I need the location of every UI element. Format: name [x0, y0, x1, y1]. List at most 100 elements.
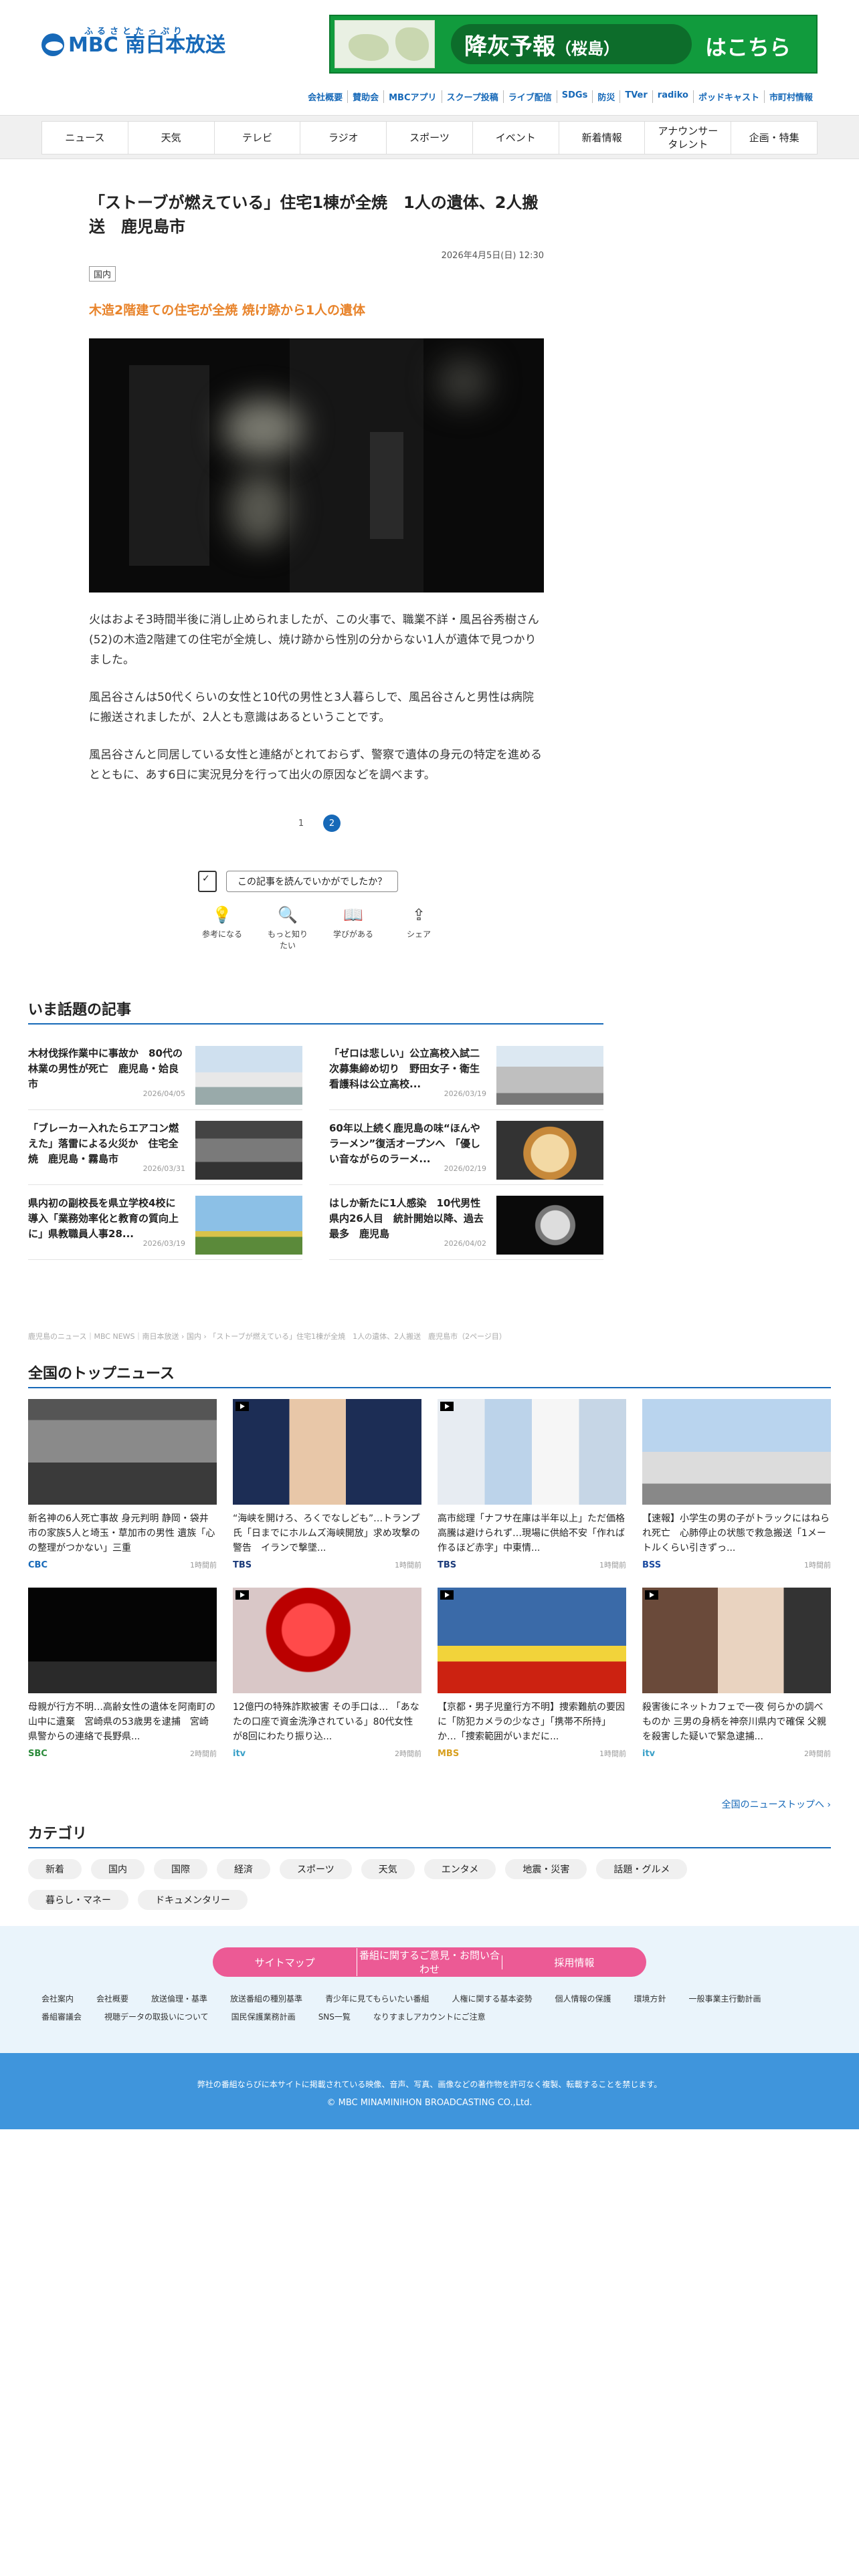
category-tag[interactable]: 国内 [89, 266, 116, 282]
footer-link[interactable]: 環境方針 [634, 1993, 666, 2004]
category-chip[interactable]: 地震・災害 [505, 1859, 587, 1879]
national-news-item[interactable]: 新名神の6人死亡事故 身元判明 静岡・袋井市の家族5人と埼玉・草加市の男性 遺族… [28, 1399, 217, 1570]
learned-button[interactable]: 📖 学びがある [330, 905, 376, 951]
utility-link[interactable]: スクープ投稿 [441, 90, 503, 103]
nav-item[interactable]: 企画・特集 [731, 122, 817, 154]
category-chip[interactable]: 国内 [91, 1859, 145, 1879]
news-time: 2時間前 [395, 1749, 421, 1758]
article-video[interactable] [89, 338, 544, 593]
national-news-item[interactable]: “海峡を開けろ、ろくでなしども”…トランプ氏「日までにホルムズ海峡開放」求め攻撃… [233, 1399, 421, 1570]
nav-item[interactable]: ニュース [42, 122, 128, 154]
nav-bar: ニュース 天気 テレビ ラジオ スポーツ イベント 新着情報 アナウンサー タレント 企画・特集 [41, 121, 818, 154]
nav-item[interactable]: イベント [472, 122, 559, 154]
footer-link[interactable]: 放送倫理・基準 [151, 1993, 207, 2004]
category-chip[interactable]: 話題・グルメ [596, 1859, 688, 1879]
footer-link[interactable]: 番組審議会 [41, 2011, 82, 2022]
utility-link[interactable]: 防災 [592, 90, 619, 103]
trending-article[interactable]: 60年以上続く鹿児島の味“ほんやラーメン”復活オープンへ 「優しい音ながらのラー… [329, 1110, 603, 1185]
nav-item[interactable]: ラジオ [300, 122, 386, 154]
footer-primary-link[interactable]: 採用情報 [501, 1955, 646, 1969]
map-thumbnail [335, 20, 435, 68]
utility-link[interactable]: radiko [652, 90, 693, 103]
footer-primary-link[interactable]: 番組に関するご意見・お問い合わせ [357, 1948, 501, 1976]
footer-link[interactable]: SNS一覧 [318, 2011, 351, 2022]
nav-item[interactable]: アナウンサー タレント [644, 122, 731, 154]
footer-link[interactable]: 青少年に見てもらいたい番組 [325, 1993, 429, 2004]
national-news-thumbnail [438, 1588, 626, 1693]
document-check-icon [198, 871, 217, 892]
helpful-button[interactable]: 💡 参考になる [199, 905, 245, 951]
categories-section: カテゴリ 新着 国内 国際 経済 スポーツ 天気 エンタメ 地震・災害 話題・グルメ 暮らし・マネ… [28, 1822, 831, 1910]
footer-link[interactable]: 会社概要 [96, 1993, 128, 2004]
footer-link[interactable]: なりすましアカウントにご注意 [373, 2011, 486, 2022]
page-link[interactable]: 2 [323, 815, 341, 832]
footer-link[interactable]: 会社案内 [41, 1993, 74, 2004]
utility-link[interactable]: 賛助会 [347, 90, 383, 103]
ashfall-forecast-banner[interactable]: 降灰予報（桜島） はこちら [329, 15, 818, 74]
national-more-link[interactable]: 全国のニューストップへ › [722, 1798, 831, 1811]
feedback-question: この記事を読んでいかがでしたか？ [226, 871, 399, 892]
trending-article[interactable]: はしか新たに1人感染 10代男性 県内26人目 統計開始以降、過去最多 鹿児島 2… [329, 1185, 603, 1260]
breadcrumb[interactable]: 鹿児島のニュース｜MBC NEWS｜南日本放送 › 国内 › 「ストーブが燃えて… [28, 1331, 506, 1341]
category-chip[interactable]: スポーツ [280, 1859, 352, 1879]
utility-link[interactable]: SDGs [556, 90, 593, 103]
national-news-item[interactable]: 母親が行方不明…高齢女性の遺体を阿南町の山中に遺棄 宮崎県の53歳男を逮捕 宮崎… [28, 1588, 217, 1759]
category-chip[interactable]: 天気 [361, 1859, 415, 1879]
footer-primary-link[interactable]: サイトマップ [213, 1955, 357, 1969]
national-news-item[interactable]: 殺害後にネットカフェで一夜 何らかの調べものか 三男の身柄を神奈川県内で確保 父… [642, 1588, 831, 1759]
footer-link[interactable]: 国民保護業務計画 [231, 2011, 296, 2022]
nav-item[interactable]: テレビ [213, 122, 300, 154]
category-chip[interactable]: ドキュメンタリー [138, 1890, 248, 1910]
trending-headline-text: 60年以上続く鹿児島の味“ほんやラーメン”復活オープンへ 「優しい音ながらのラー… [329, 1122, 480, 1165]
nav-item[interactable]: 天気 [127, 122, 214, 154]
category-chip[interactable]: エンタメ [423, 1859, 496, 1879]
national-news-headline: 高市総理「ナフサ在庫は半年以上」ただ価格高騰は避けられず…現場に供給不安「作れば… [438, 1513, 625, 1553]
play-icon [440, 1590, 454, 1600]
nav-item[interactable]: 新着情報 [558, 122, 645, 154]
want-more-label: もっと知りたい [267, 930, 308, 950]
utility-link[interactable]: TVer [619, 90, 652, 103]
trending-article[interactable]: 県内初の副校長を県立学校4校に導入「業務効率化と教育の質向上に」県教職員人事28… [28, 1185, 302, 1260]
search-icon: 🔍 [278, 905, 298, 924]
want-more-button[interactable]: 🔍 もっと知りたい [265, 905, 310, 951]
utility-link[interactable]: 会社概要 [303, 90, 347, 103]
utility-link[interactable]: ポッドキャスト [692, 90, 764, 103]
trending-thumbnail [496, 1121, 603, 1180]
national-news-item[interactable]: 高市総理「ナフサ在庫は半年以上」ただ価格高騰は避けられず…現場に供給不安「作れば… [438, 1399, 626, 1570]
book-icon: 📖 [343, 905, 363, 924]
trending-headline: はしか新たに1人感染 10代男性 県内26人目 統計開始以降、過去最多 鹿児島 2… [329, 1196, 490, 1249]
article-subtitle: 木造2階建ての住宅が全焼 焼け跡から1人の遺体 [89, 303, 366, 318]
category-chip[interactable]: 暮らし・マネー [28, 1890, 128, 1910]
footer-link[interactable]: 一般事業主行動計画 [689, 1993, 761, 2004]
national-news-headline: 殺害後にネットカフェで一夜 何らかの調べものか 三男の身柄を神奈川県内で確保 父… [642, 1702, 826, 1742]
page-link[interactable]: 1 [292, 815, 310, 832]
logo-mark [41, 33, 64, 56]
site-logo[interactable]: ふるさとたっぷり MBC 南日本放送 [41, 24, 225, 59]
footer-link[interactable]: 人権に関する基本姿勢 [452, 1993, 532, 2004]
pagination: 12 [89, 815, 544, 832]
category-chip[interactable]: 新着 [28, 1859, 82, 1879]
share-icon: ⇪ [411, 905, 426, 924]
trending-headline-text: 木材伐採作業中に事故か 80代の林業の男性が死亡 鹿児島・姶良市 [28, 1047, 183, 1090]
national-news-item[interactable]: 【京都・男子児童行方不明】捜索難航の要因に「防犯カメラの少なさ」「携帯不所持」か… [438, 1588, 626, 1759]
learned-label: 学びがある [332, 930, 373, 939]
footer-link[interactable]: 個人情報の保護 [555, 1993, 611, 2004]
share-button[interactable]: ⇪ シェア [396, 905, 442, 951]
trending-article[interactable]: 「ゼロは悲しい」公立高校入試二次募集締め切り 野田女子・衛生看護科は公立高校..… [329, 1035, 603, 1110]
national-news-item[interactable]: 12億円の特殊詐欺被害 その手口は… 「あなたの口座で資金洗浄されている」80代… [233, 1588, 421, 1759]
category-chip[interactable]: 国際 [154, 1859, 207, 1879]
trending-article[interactable]: 木材伐採作業中に事故か 80代の林業の男性が死亡 鹿児島・姶良市 2026/04/… [28, 1035, 302, 1110]
footer-link[interactable]: 放送番組の種別基準 [230, 1993, 302, 2004]
utility-link[interactable]: MBCアプリ [383, 90, 441, 103]
trending-article[interactable]: 「ブレーカー入れたらエアコン燃えた」落雷による火災か 住宅全焼 鹿児島・霧島市 2… [28, 1110, 302, 1185]
banner-link-text: はこちら [705, 35, 791, 60]
category-chip[interactable]: 経済 [217, 1859, 270, 1879]
utility-link[interactable]: ライブ配信 [502, 90, 557, 103]
national-news-meta: MBS 1時間前 [438, 1748, 626, 1759]
national-news-item[interactable]: 【速報】小学生の男の子がトラックにはねられ死亡 心肺停止の状態で救急搬送「1メー… [642, 1399, 831, 1570]
utility-link[interactable]: 市町村情報 [763, 90, 818, 103]
footer-link[interactable]: 視聴データの取扱いについて [104, 2011, 209, 2022]
article-body: 火はおよそ3時間半後に消し止められましたが、この火事で、職業不詳・風呂谷秀樹さん… [89, 610, 544, 785]
trending-list: 木材伐採作業中に事故か 80代の林業の男性が死亡 鹿児島・姶良市 2026/04/… [28, 1035, 603, 1260]
nav-item[interactable]: スポーツ [386, 122, 472, 154]
